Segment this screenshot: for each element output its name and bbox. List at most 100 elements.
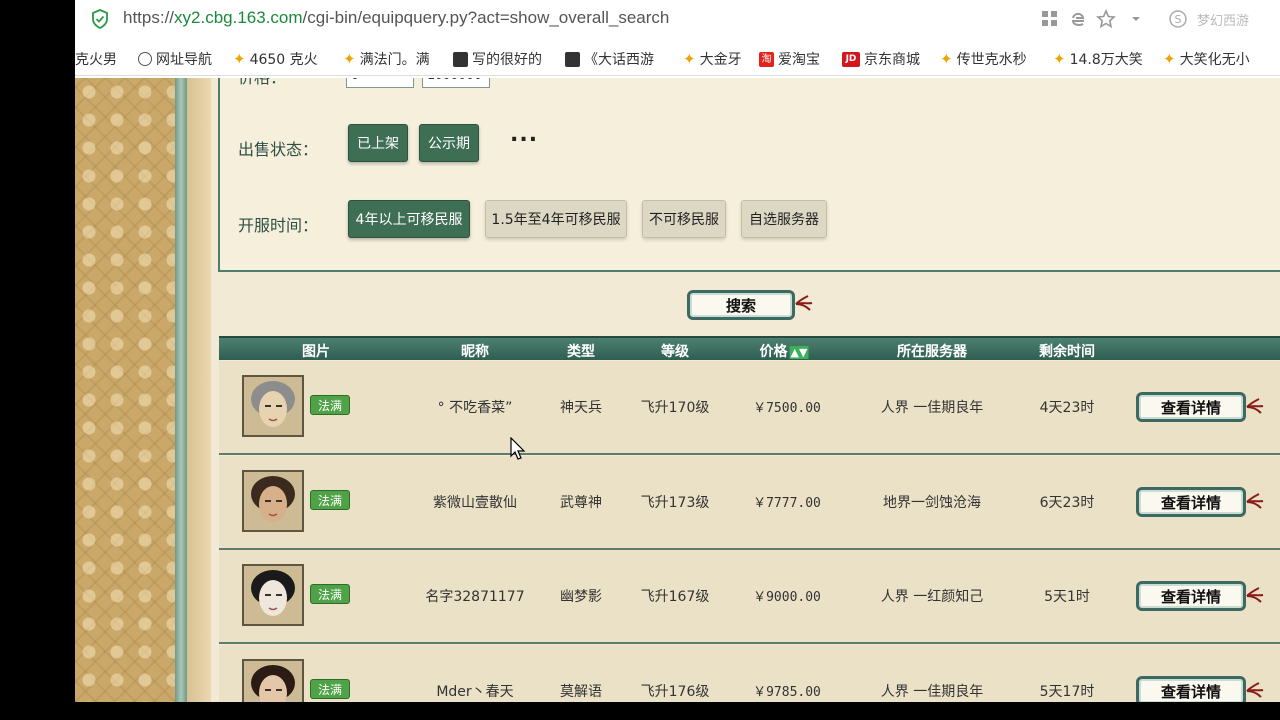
avatar[interactable] <box>242 375 304 437</box>
table-header: 图片 昵称 类型 等级 价格 ▲▼ 所在服务器 剩余时间 <box>219 336 1280 360</box>
portrait-icon <box>244 472 302 530</box>
bookmark-item[interactable]: 《大话西游 <box>565 49 654 69</box>
svg-text:S: S <box>1175 13 1182 26</box>
extension-label: 梦幻西游 <box>1197 14 1250 29</box>
edge-e-icon[interactable] <box>1068 9 1088 29</box>
remaining-cell: 5天17时 <box>1039 684 1095 700</box>
bookmark-label: 克火男 <box>75 52 117 68</box>
bookmarks-bar: 克火男 网址导航 ✦ 4650 克火 ✦ 满法门。满 写的很好的 《大话西游 ✦ 大金牙淘爱淘宝 J… <box>75 40 1280 76</box>
star-favorite-icon[interactable] <box>1096 9 1116 29</box>
price-cell: ￥7777.00 <box>753 496 821 511</box>
level-cell: 飞升173级 <box>640 495 710 511</box>
star-icon: ✦ <box>343 49 356 68</box>
header-type: 类型 <box>567 341 595 361</box>
header-label: 剩余时间 <box>1039 344 1095 360</box>
price-min-input[interactable]: 0 <box>346 78 414 88</box>
portrait-icon <box>244 377 302 435</box>
view-details-button[interactable]: 查看详情 <box>1136 581 1246 611</box>
server-option-custom[interactable]: 自选服务器 <box>741 200 827 238</box>
bookmark-item[interactable]: ✦ 满法门。满 <box>343 49 430 69</box>
url-path: /cgi-bin/equipquery.py?act=show_overall_… <box>302 8 670 27</box>
url-text[interactable]: https://xy2.cbg.163.com/cgi-bin/equipque… <box>123 8 669 28</box>
header-price[interactable]: 价格 ▲▼ <box>760 341 809 361</box>
bookmark-label: 大笑化无小 <box>1179 52 1250 68</box>
browser-chrome: https://xy2.cbg.163.com/cgi-bin/equipque… <box>75 0 1280 78</box>
grid-icon[interactable] <box>1040 9 1060 29</box>
server-option-4y[interactable]: 4年以上可移民服 <box>348 200 470 238</box>
portrait-icon <box>244 566 302 624</box>
status-option-listed[interactable]: 已上架 <box>348 124 408 162</box>
avatar[interactable] <box>242 564 304 626</box>
bottom-black-bar <box>0 702 1280 720</box>
price-cell: ￥9785.00 <box>753 685 821 700</box>
bookmark-label: 传世克水秒 <box>956 52 1027 68</box>
price-cell: ￥7500.00 <box>753 401 821 416</box>
chevron-down-icon[interactable] <box>1126 9 1146 29</box>
globe-icon <box>138 52 152 66</box>
bookmark-item[interactable]: ✦ 4650 克火 <box>233 49 318 69</box>
bookmark-label: 4650 克火 <box>249 52 318 68</box>
search-button[interactable]: 搜索 <box>687 290 795 320</box>
main-panel: 价格： 0 1000000 出售状态： 已上架 公示期 ... 开服时间： 4年… <box>211 78 1280 702</box>
header-nickname: 昵称 <box>461 341 489 361</box>
header-label: 图片 <box>302 344 330 360</box>
server-option-nomigrate[interactable]: 不可移民服 <box>642 200 726 238</box>
bookmark-item[interactable]: 淘爱淘宝 <box>759 49 820 69</box>
server-cell: 人界 一佳期良年 <box>880 684 984 700</box>
bookmark-item[interactable]: 写的很好的 <box>453 49 542 69</box>
tassel-icon <box>795 295 813 311</box>
star-icon: ✦ <box>233 49 246 68</box>
table-row[interactable]: 法满 名字32871177 幽梦影 飞升167级 ￥9000.00 人界 一红颜知己 5天1… <box>219 550 1280 644</box>
server-cell: 人界 一红颜知己 <box>880 589 984 605</box>
bookmark-label: 京东商城 <box>864 52 920 68</box>
status-option-public[interactable]: 公示期 <box>419 124 479 162</box>
page-icon <box>565 51 580 67</box>
portrait-icon <box>244 661 302 702</box>
level-cell: 飞升167级 <box>640 589 710 605</box>
decorative-pattern <box>75 78 175 702</box>
price-label: 价格： <box>238 78 286 88</box>
bookmark-item[interactable]: 网址导航 <box>138 49 212 69</box>
nickname-cell: Mder丶春天 <box>436 684 514 700</box>
avatar[interactable] <box>242 470 304 532</box>
server-option-1-5y[interactable]: 1.5年至4年可移民服 <box>485 200 627 238</box>
bookmark-item[interactable]: ✦ 传世克水秒 <box>940 49 1027 69</box>
server-cell: 人界 一佳期良年 <box>880 400 984 416</box>
view-details-button[interactable]: 查看详情 <box>1136 676 1246 702</box>
bookmark-item[interactable]: ✦ 14.8万大笑 <box>1053 49 1143 69</box>
url-scheme: https:// <box>123 8 175 27</box>
price-cell: ￥9000.00 <box>753 590 821 605</box>
status-label: 出售状态： <box>238 140 319 159</box>
shield-check-icon <box>92 9 108 29</box>
bookmark-item[interactable]: JD 京东商城 <box>842 49 920 69</box>
bookmark-item[interactable]: ✦ 大金牙 <box>683 49 742 69</box>
filter-panel: 价格： 0 1000000 出售状态： 已上架 公示期 ... 开服时间： 4年… <box>218 78 1280 272</box>
more-options[interactable]: ... <box>510 122 538 147</box>
header-server: 所在服务器 <box>897 341 967 361</box>
status-badge: 法满 <box>310 584 350 604</box>
level-cell: 飞升176级 <box>640 684 710 700</box>
bookmark-label: 满法门。满 <box>359 52 430 68</box>
table-row[interactable]: 法满 Mder丶春天 莫解语 飞升176级 ￥9785.00 人界 一佳期良年 5天17时 查… <box>219 645 1280 702</box>
status-badge: 法满 <box>310 679 350 699</box>
table-row[interactable]: 法满 紫微山壹散仙 武尊神 飞升173级 ￥7777.00 地界一剑蚀沧海 6天23时 查看详… <box>219 456 1280 550</box>
bookmark-label: 网址导航 <box>156 52 212 68</box>
type-cell: 神天兵 <box>560 400 602 416</box>
address-bar[interactable]: https://xy2.cbg.163.com/cgi-bin/equipque… <box>75 0 1280 38</box>
type-cell: 幽梦影 <box>560 589 602 605</box>
remaining-cell: 5天1时 <box>1044 589 1090 605</box>
view-details-button[interactable]: 查看详情 <box>1136 487 1246 517</box>
bookmark-item[interactable]: 克火男 <box>75 49 117 69</box>
avatar[interactable] <box>242 659 304 702</box>
nickname-cell: 紫微山壹散仙 <box>433 495 517 511</box>
taobao-icon: 淘 <box>759 51 774 67</box>
table-row[interactable]: 法满 ° 不吃香菜” 神天兵 飞升170级 ￥7500.00 人界 一佳期良年 4天23时 查… <box>219 361 1280 455</box>
star-icon: ✦ <box>940 49 953 68</box>
sort-arrows-icon[interactable]: ▲▼ <box>789 346 809 359</box>
extension-s-icon[interactable]: S <box>1168 9 1188 29</box>
view-details-button[interactable]: 查看详情 <box>1136 392 1246 422</box>
type-cell: 武尊神 <box>560 495 602 511</box>
url-host: xy2.cbg.163.com <box>174 8 303 27</box>
bookmark-item[interactable]: ✦ 大笑化无小 <box>1163 49 1250 69</box>
price-max-input[interactable]: 1000000 <box>422 78 490 88</box>
